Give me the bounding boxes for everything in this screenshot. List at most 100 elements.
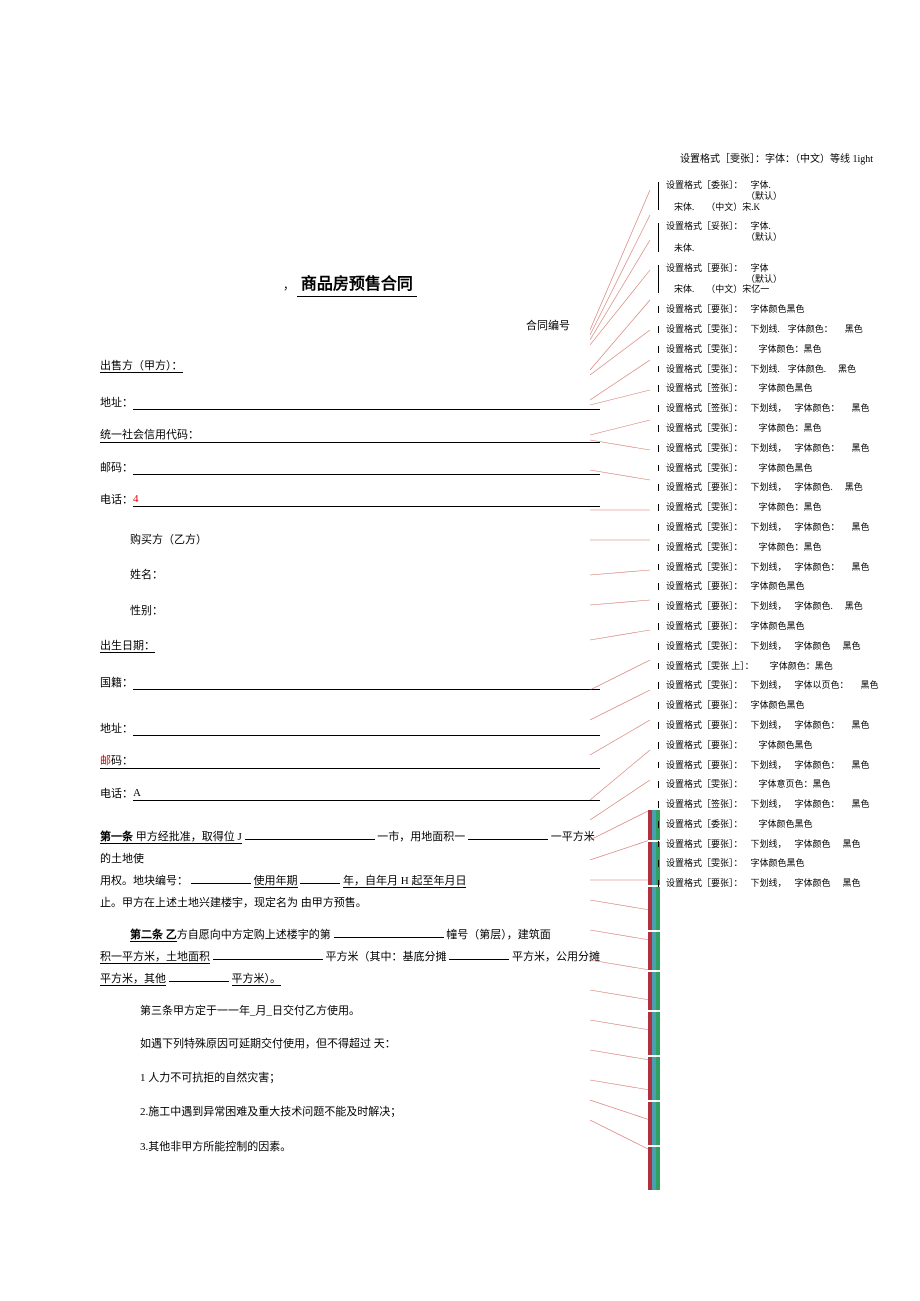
comment-part-3: 字体颜色黑色 [759, 383, 813, 393]
comment-part-4: 黑色 [852, 562, 870, 572]
article-2-t5: 平方米，公用分摊 [512, 951, 600, 963]
comment-author: 设置格式［雯张］： [666, 680, 743, 690]
buyer-nationality-field[interactable] [133, 676, 600, 690]
article-1-city-field[interactable] [245, 839, 375, 840]
buyer-address-label: 地址： [100, 720, 133, 736]
comment-text: 设置格式［签张］：下划线，字体颜色：黑色 [666, 403, 910, 414]
comment-text: 设置格式［要张］：下划线，字体颜色：黑色 [666, 720, 910, 731]
comment-author: 设置格式［妥张］： [666, 221, 743, 231]
comment-text: 设置格式［要张］：字体颜色黑色 [666, 740, 910, 751]
comment-bracket [658, 860, 659, 867]
buyer-name-label: 姓名： [130, 567, 600, 585]
comment-text: 设置格式［雯张］：字体颜色：黑色 [666, 502, 910, 513]
comment-part-3: 字体颜色： [795, 760, 840, 770]
article-2-other-field[interactable] [169, 981, 229, 982]
format-comment: 设置格式［要张］：下划线，字体颜色：黑色 [640, 720, 910, 731]
format-comment: 设置格式［委张］：字体颜色黑色 [640, 819, 910, 830]
comment-author: 设置格式［要张］： [666, 760, 743, 770]
comment-part-2: 下划线. [751, 324, 780, 334]
title-row: ， 商品房预售合同 [100, 270, 600, 297]
buyer-address-row: 地址： [100, 720, 600, 736]
comment-text: 设置格式［雯张］：字体意页色：黑色 [666, 779, 910, 790]
comment-part-3: 字体颜色 [795, 878, 831, 888]
comment-part-3: 字体颜色黑色 [759, 463, 813, 473]
comment-part-3: 字体颜色： [788, 324, 833, 334]
comment-part-3: 字体颜色. [788, 364, 826, 374]
comment-part-2: 下划线， [751, 878, 787, 888]
article-2-base-field[interactable] [449, 959, 509, 960]
seller-label-text: 出售方（甲方）： [100, 360, 183, 373]
comment-part-2: 下划线， [751, 799, 787, 809]
article-2-landarea-field[interactable] [213, 959, 323, 960]
format-comment: 设置格式［要张］：字体颜色黑色 [640, 581, 910, 592]
comment-part-2: 下划线， [751, 482, 787, 492]
comment-author: 设置格式［雯张］： [666, 522, 743, 532]
format-comment: 设置格式［雯张］：字体颜色：黑色 [640, 502, 910, 513]
seller-post-field[interactable] [133, 461, 600, 475]
comment-author: 设置格式［签张］： [666, 799, 743, 809]
format-comment: 设置格式［要张］：下划线，字体颜色：黑色 [640, 760, 910, 771]
seller-post-label: 邮码： [100, 459, 133, 475]
comment-bracket [658, 841, 659, 848]
comment-part-2: 下划线， [751, 641, 787, 651]
comment-author: 设置格式［雯张］： [666, 502, 743, 512]
article-1-years-field[interactable] [300, 883, 340, 884]
comment-author: 设置格式［要张］： [666, 621, 743, 631]
comment-author: 设置格式［要张］： [666, 482, 743, 492]
format-comment: 设置格式［雯张］：字体颜色黑色 [640, 463, 910, 474]
comment-part-3: 字体颜色： [795, 522, 840, 532]
comment-text: 设置格式［雯张］：下划线，字体颜色：黑色 [666, 443, 910, 454]
comment-bracket [658, 742, 659, 749]
buyer-address-field[interactable] [133, 722, 600, 736]
comment-author: 设置格式［委张］： [666, 819, 743, 829]
format-comment: 设置格式［雯张］：下划线，字体颜色：黑色 [640, 522, 910, 533]
comment-bracket [658, 265, 659, 293]
format-comment: 设置格式［签张］：下划线，字体颜色：黑色 [640, 799, 910, 810]
article-1-area-field[interactable] [468, 839, 548, 840]
seller-address-field[interactable] [133, 396, 600, 410]
seller-phone-field[interactable]: 4 [133, 493, 600, 507]
buyer-nationality-label: 国籍： [100, 674, 133, 690]
comment-part-3: 字体颜色. [795, 482, 833, 492]
comment-text: 设置格式［雯张］：字体颜色黑色 [666, 463, 910, 474]
comment-bracket [658, 385, 659, 392]
comment-part-4: 黑色 [843, 878, 861, 888]
format-comment: 设置格式［雯张］：字体意页色：黑色 [640, 779, 910, 790]
article-2-lead: 第二条 乙 [130, 929, 177, 942]
seller-phone-row: 电话： 4 [100, 491, 600, 507]
comment-part-2: 字体颜色黑色 [751, 858, 805, 868]
format-comment: 设置格式［雯张 上］：字体颜色：黑色 [640, 661, 910, 672]
format-comment: 设置格式［要张］：字体颜色黑色 [640, 700, 910, 711]
comment-part-3: 字体颜色 [795, 839, 831, 849]
article-1-t2: 一市，用地面积一 [377, 831, 465, 843]
comment-part-3: 字体以页色： [795, 680, 849, 690]
comment-author: 设置格式［雯张］： [666, 779, 743, 789]
comment-part-2: 字体颜色黑色 [751, 700, 805, 710]
comment-subline: （默认） [746, 274, 910, 285]
format-comment: 设置格式［要张］：字体颜色黑色 [640, 621, 910, 632]
comment-bracket [658, 583, 659, 590]
comment-part-3: 字体颜色黑色 [759, 740, 813, 750]
comment-bracket [658, 682, 659, 689]
buyer-post-field[interactable] [133, 755, 600, 769]
format-comment: 设置格式［雯张］：下划线，字体颜色：黑色 [640, 562, 910, 573]
buyer-phone-field[interactable]: A [133, 787, 600, 801]
seller-credit-row: 统一社会信用代码： [100, 426, 600, 443]
article-2-t4: 平方米（其中：基底分摊 [326, 951, 447, 963]
comment-part-4: （中文）宋.K [706, 202, 760, 212]
comment-text: 设置格式［委张］：字体颜色黑色 [666, 819, 910, 830]
seller-credit-field[interactable] [199, 429, 600, 443]
comment-part-3: 字体颜色：黑色 [759, 542, 822, 552]
article-1-block-field[interactable] [191, 883, 251, 884]
comment-part-2: 下划线， [751, 403, 787, 413]
format-comment: 设置格式［签张］：下划线，字体颜色：黑色 [640, 403, 910, 414]
comment-part-4: 黑色 [852, 799, 870, 809]
article-2-building-field[interactable] [334, 937, 444, 938]
comment-text: 设置格式［要张］：下划线，字体颜色：黑色 [666, 760, 910, 771]
comment-text: 设置格式［签张］：字体颜色黑色 [666, 383, 910, 394]
comment-part-4: 黑色 [852, 443, 870, 453]
comment-part-2: 下划线， [751, 522, 787, 532]
buyer-phone-row: 电话： A [100, 785, 600, 801]
comment-bracket [658, 465, 659, 472]
comment-author: 设置格式［雯张］： [666, 344, 743, 354]
